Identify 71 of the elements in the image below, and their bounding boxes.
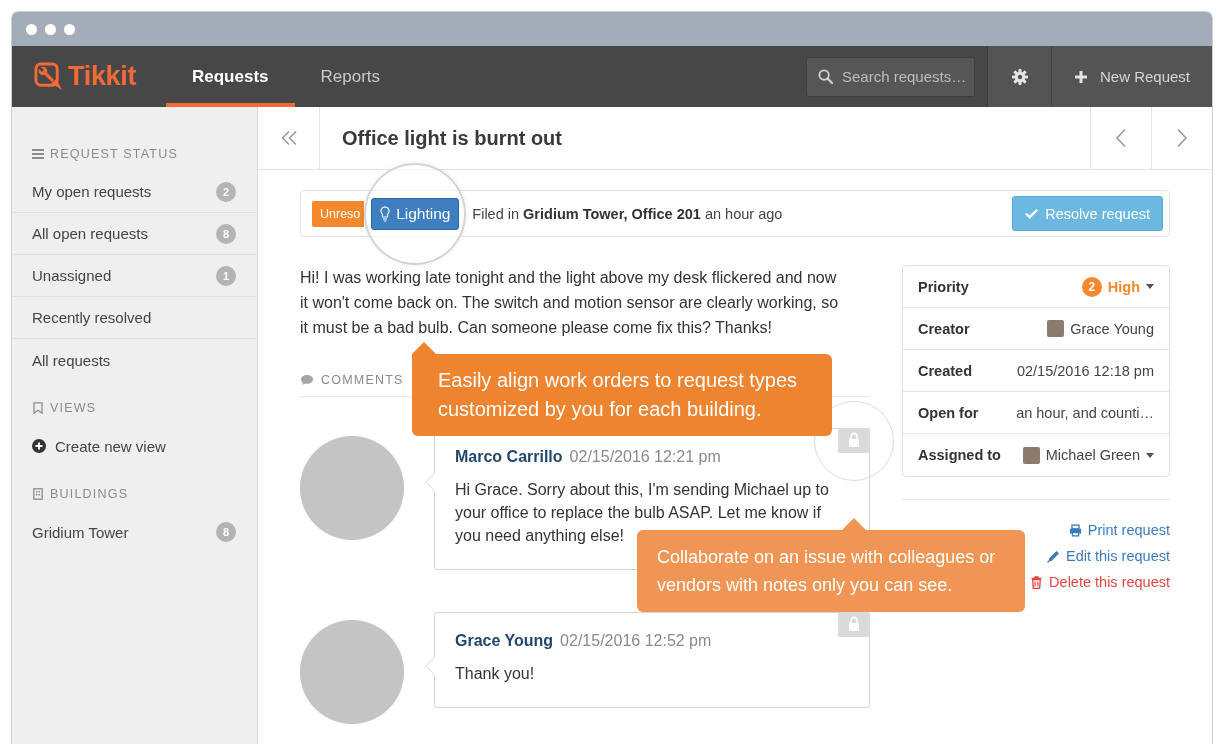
count-badge: 2 (216, 181, 236, 202)
callout-pointer-icon (842, 518, 866, 530)
caret-icon[interactable] (1146, 284, 1154, 289)
pencil-icon (1047, 549, 1060, 563)
print-link[interactable]: Print request (1068, 517, 1170, 543)
sidebar-item[interactable]: All open requests 8 (12, 213, 257, 255)
lightbulb-icon (380, 205, 391, 222)
wrench-bubble-icon (34, 62, 63, 91)
request-description: Hi! I was working late tonight and the light above my desk flickered and now it won't come back on. The switch and motion sensor are clearly working, so it must be a bad bulb. Can someone please come fix this? Thanks! (300, 268, 840, 338)
printer-icon (1068, 523, 1082, 537)
logo-wordmark: Tikkit (68, 61, 137, 92)
chevron-right-icon (1176, 128, 1188, 148)
new-request-button[interactable]: New Request (1051, 46, 1212, 107)
status-badge: Unreso (312, 200, 365, 227)
detail-value: Grace Young (1070, 320, 1154, 337)
callout-tooltip: Easily align work orders to request types customized by you for each building. (412, 354, 832, 436)
count-badge: 8 (216, 223, 236, 244)
double-chevron-icon (279, 130, 298, 146)
plus-circle-icon (32, 439, 46, 453)
count-badge: 1 (216, 265, 236, 286)
list-icon (32, 148, 44, 160)
chevron-left-icon (1115, 128, 1127, 148)
section-heading: REQUEST STATUS (50, 147, 178, 161)
sidebar-item[interactable]: My open requests 2 (12, 171, 257, 213)
callout-tooltip: Collaborate on an issue with colleagues or vendors with notes only you can see. (637, 530, 1025, 612)
bookmark-icon (32, 402, 44, 414)
detail-label: Priority (918, 278, 969, 295)
nav-tab[interactable]: Reports (294, 46, 407, 107)
sidebar-item[interactable]: Gridium Tower 8 (12, 511, 257, 553)
section-heading: BUILDINGS (50, 487, 129, 501)
category-tag[interactable]: Lighting (371, 197, 460, 230)
trash-icon (1030, 575, 1044, 589)
detail-value: an hour, and counti… (1016, 404, 1154, 421)
avatar-placeholder (1047, 320, 1065, 337)
sidebar-item[interactable]: Create new view (12, 425, 257, 467)
author-name: Marco Carrillo (455, 448, 563, 466)
delete-link[interactable]: Delete this request (1030, 569, 1170, 595)
search-icon (818, 68, 833, 84)
settings-button[interactable] (987, 46, 1051, 107)
section-heading: VIEWS (50, 401, 97, 415)
plus-icon (1073, 69, 1088, 84)
comment-time: 02/15/2016 12:52 pm (560, 632, 712, 650)
caret-icon[interactable] (1146, 452, 1154, 458)
window-control-icon[interactable] (26, 23, 37, 35)
comment-text: Thank you! (455, 664, 536, 684)
count-badge: 8 (216, 522, 236, 542)
avatar-placeholder (1022, 446, 1040, 464)
detail-label: Open for (918, 404, 979, 421)
comments-heading: COMMENTS (321, 372, 404, 387)
window-control-icon[interactable] (45, 23, 56, 35)
callout-pointer-icon (412, 342, 436, 354)
window-control-icon[interactable] (64, 23, 75, 35)
check-icon (1025, 208, 1039, 219)
filed-info: Filed in Gridium Tower, Office 201 an hour ago (472, 205, 783, 222)
comment-time: 02/15/2016 12:21 pm (569, 448, 721, 466)
priority-badge: 2 (1081, 276, 1102, 297)
detail-value[interactable]: Michael Green (1045, 447, 1140, 463)
comment-icon (300, 373, 314, 386)
settings-icon (1011, 68, 1028, 85)
detail-label: Assigned to (918, 447, 1001, 463)
sidebar-item[interactable]: Recently resolved (12, 297, 257, 339)
sidebar-item[interactable]: Unassigned 1 (12, 255, 257, 297)
detail-label: Created (918, 362, 972, 379)
edit-link[interactable]: Edit this request (1047, 543, 1170, 569)
search-field[interactable]: Search requests… (806, 56, 975, 97)
sidebar-item[interactable]: All requests (12, 339, 257, 381)
detail-label: Creator (918, 320, 970, 337)
building-icon (32, 488, 44, 500)
request-title: Office light is burnt out (342, 126, 562, 150)
author-name: Grace Young (455, 632, 554, 650)
detail-value: 02/15/2016 12:18 pm (1016, 362, 1154, 379)
